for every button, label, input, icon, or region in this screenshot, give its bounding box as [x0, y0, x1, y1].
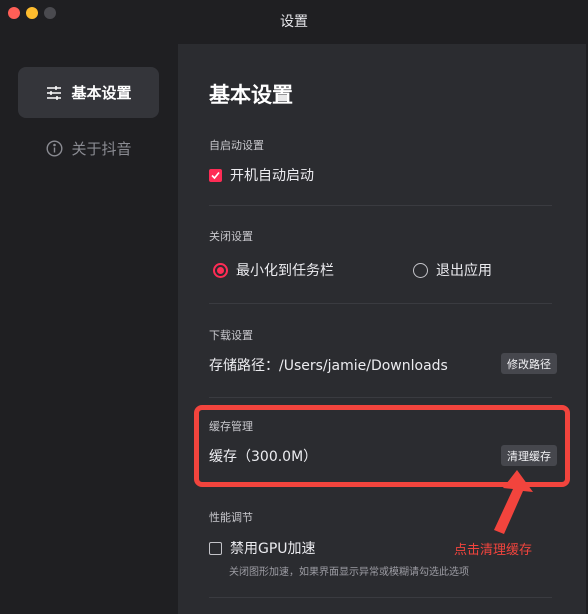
divider: [209, 205, 552, 206]
clear-cache-button[interactable]: 清理缓存: [501, 445, 557, 466]
autostart-option[interactable]: 开机自动启动: [209, 165, 314, 185]
performance-section-label: 性能调节: [209, 511, 253, 524]
autostart-checkbox[interactable]: [209, 168, 222, 182]
cache-section-label: 缓存管理: [209, 420, 253, 433]
title-bar: 设置: [0, 0, 588, 44]
sidebar-item-basic-settings[interactable]: 基本设置: [18, 67, 159, 118]
close-option-minimize[interactable]: 最小化到任务栏: [213, 260, 334, 280]
sidebar-item-label: 关于抖音: [71, 140, 132, 158]
gpu-note: 关闭图形加速，如果界面显示异常或模糊请勾选此选项: [229, 567, 469, 578]
window-title: 设置: [280, 14, 308, 30]
close-option-quit[interactable]: 退出应用: [413, 260, 492, 280]
divider: [209, 303, 552, 304]
disable-gpu-option[interactable]: 禁用GPU加速: [209, 538, 316, 558]
sidebar-item-about[interactable]: 关于抖音: [18, 123, 159, 174]
page-title: 基本设置: [209, 83, 293, 107]
download-path-text: 存储路径：/Users/jamie/Downloads: [209, 358, 448, 374]
cache-size-text: 缓存（300.0M）: [209, 449, 318, 465]
sidebar: 基本设置 关于抖音: [0, 44, 178, 614]
download-section-label: 下载设置: [209, 329, 253, 342]
close-section-label: 关闭设置: [209, 230, 253, 243]
close-option-label: 退出应用: [436, 263, 492, 279]
close-option-label: 最小化到任务栏: [236, 263, 334, 279]
sliders-icon: [45, 84, 63, 102]
info-icon: [45, 140, 63, 158]
disable-gpu-label: 禁用GPU加速: [230, 541, 316, 557]
minimize-radio[interactable]: [213, 262, 228, 278]
annotation-text: 点击清理缓存: [454, 543, 533, 558]
annotation-arrow-icon: [494, 470, 533, 534]
autostart-section-label: 自启动设置: [209, 139, 264, 152]
autostart-option-label: 开机自动启动: [230, 168, 314, 184]
sidebar-item-label: 基本设置: [71, 84, 132, 102]
divider: [209, 397, 552, 398]
divider: [209, 597, 552, 598]
change-path-button[interactable]: 修改路径: [501, 353, 557, 374]
quit-radio[interactable]: [413, 262, 428, 278]
disable-gpu-checkbox[interactable]: [209, 541, 222, 555]
